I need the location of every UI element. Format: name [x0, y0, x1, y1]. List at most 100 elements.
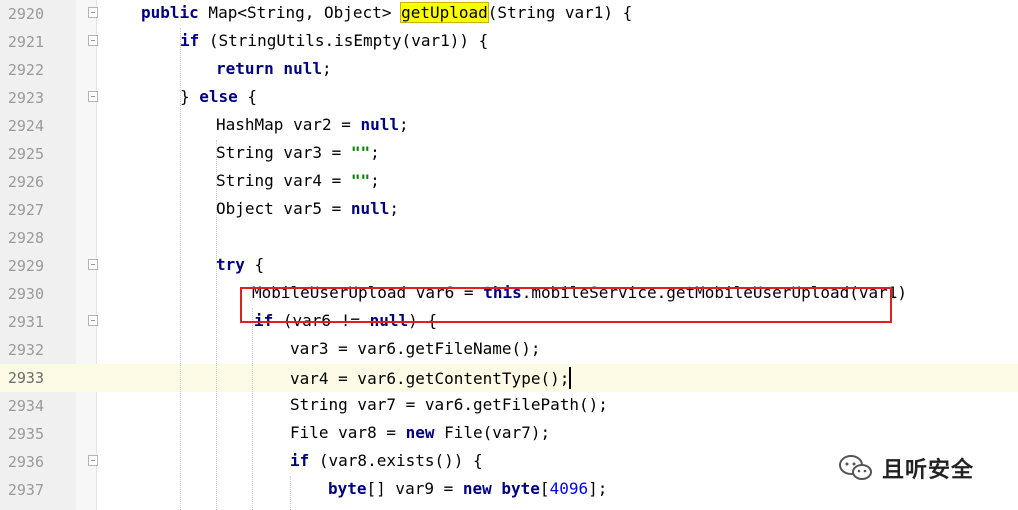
code-text: if (StringUtils.isEmpty(var1)) {	[180, 31, 488, 51]
fold-toggle-icon[interactable]	[88, 315, 98, 326]
code-token: (var8.exists()) {	[309, 451, 483, 470]
code-line[interactable]: 2925 String var3 = "";	[0, 140, 1018, 168]
fold-toggle-icon[interactable]	[88, 91, 98, 102]
code-token: var3 = var6.getFileName();	[290, 339, 541, 358]
line-number: 2923	[7, 89, 44, 107]
watermark: 且听安全	[838, 452, 974, 484]
code-token: (StringUtils.isEmpty(var1)) {	[199, 31, 489, 50]
code-token: {	[237, 87, 258, 106]
line-number: 2935	[7, 425, 44, 443]
indent-guide	[290, 476, 292, 510]
wechat-icon	[838, 454, 874, 482]
watermark-text: 且听安全	[882, 458, 975, 483]
code-text: byte[] var9 = new byte[4096];	[328, 479, 607, 499]
code-token: ;	[370, 171, 380, 190]
code-line[interactable]: 2929 try {	[0, 252, 1018, 280]
code-token: if	[180, 31, 200, 50]
code-text: File var8 = new File(var7);	[290, 423, 550, 443]
code-token: String var7 = var6.getFilePath();	[290, 395, 608, 414]
code-text: } else {	[180, 87, 257, 107]
line-number: 2925	[7, 145, 44, 163]
code-text: String var7 = var6.getFilePath();	[290, 395, 608, 415]
code-line[interactable]: 2924 HashMap var2 = null;	[0, 112, 1018, 140]
fold-toggle-icon[interactable]	[88, 35, 98, 46]
code-text: String var3 = "";	[216, 143, 380, 163]
code-token: if	[290, 451, 310, 470]
code-text: return null;	[216, 59, 332, 79]
line-number: 2932	[7, 341, 44, 359]
code-token: ;	[370, 143, 380, 162]
code-token: (String var1) {	[487, 3, 633, 22]
line-number: 2928	[7, 229, 44, 247]
code-token: ;	[399, 115, 409, 134]
line-number: 2934	[7, 397, 44, 415]
code-token: {	[244, 255, 265, 274]
code-token: public	[141, 3, 199, 22]
line-number: 2926	[7, 173, 44, 191]
code-token: [	[539, 479, 550, 498]
code-token: ;	[321, 59, 332, 78]
code-token: ""	[350, 171, 371, 190]
code-token: String var3 =	[216, 143, 351, 162]
text-caret	[569, 367, 572, 389]
line-number: 2921	[7, 33, 44, 51]
code-token: new	[405, 423, 435, 442]
code-token: try	[216, 255, 245, 274]
line-number: 2927	[7, 201, 44, 219]
fold-toggle-icon[interactable]	[88, 259, 98, 270]
code-token: ""	[350, 143, 371, 162]
code-line[interactable]: 2934 String var7 = var6.getFilePath();	[0, 392, 1018, 420]
code-token: ];	[588, 479, 608, 498]
fold-toggle-icon[interactable]	[88, 7, 98, 18]
code-line[interactable]: 2935 File var8 = new File(var7);	[0, 420, 1018, 448]
code-line[interactable]: 2921 if (StringUtils.isEmpty(var1)) {	[0, 28, 1018, 56]
line-number: 2930	[7, 285, 44, 303]
code-token: new byte	[462, 479, 540, 498]
line-number: 2936	[7, 453, 44, 471]
code-text: HashMap var2 = null;	[216, 115, 409, 135]
code-editor[interactable]: 2920 public Map<String, Object> getUpload…	[0, 0, 1018, 510]
line-number: 2929	[7, 257, 44, 275]
code-token: return null	[216, 59, 322, 78]
code-text: String var4 = "";	[216, 171, 380, 191]
code-line[interactable]: 2932 var3 = var6.getFileName();	[0, 336, 1018, 364]
line-number: 2931	[7, 313, 44, 331]
fold-toggle-icon[interactable]	[88, 455, 98, 466]
indent-guide	[180, 28, 182, 510]
code-text: if (var8.exists()) {	[290, 451, 483, 471]
code-line[interactable]: 2928	[0, 224, 1018, 252]
code-token: 4096	[549, 479, 589, 498]
code-token: Map<String, Object>	[198, 3, 402, 22]
code-token: HashMap var2 =	[216, 115, 361, 134]
line-number: 2933	[7, 369, 44, 387]
code-token: else	[199, 87, 238, 106]
code-line[interactable]: 2923} else {	[0, 84, 1018, 112]
indent-guide	[252, 308, 254, 510]
code-token: Object var5 =	[216, 199, 351, 218]
code-token: null	[360, 115, 400, 134]
code-line[interactable]: 2933 var4 = var6.getContentType();	[0, 364, 1018, 392]
code-token: File var8 =	[290, 423, 406, 442]
code-text: public Map<String, Object> getUpload(Str…	[141, 2, 633, 23]
code-token: null	[350, 199, 390, 218]
line-number: 2924	[7, 117, 44, 135]
code-token: [] var9 =	[366, 479, 463, 498]
code-token: ;	[389, 199, 400, 218]
code-line[interactable]: 2926 String var4 = "";	[0, 168, 1018, 196]
code-text: Object var5 = null;	[216, 199, 399, 219]
code-token: File(var7);	[434, 423, 551, 442]
search-highlight: getUpload	[400, 2, 489, 23]
code-text: try {	[216, 255, 264, 275]
code-token: byte	[328, 479, 367, 498]
line-number: 2922	[7, 61, 44, 79]
code-line[interactable]: 2922 return null;	[0, 56, 1018, 84]
code-token: var4 = var6.getContentType();	[290, 369, 570, 388]
line-number: 2920	[7, 5, 44, 23]
line-number: 2937	[7, 481, 44, 499]
code-line[interactable]: 2927 Object var5 = null;	[0, 196, 1018, 224]
code-token: String var4 =	[216, 171, 351, 190]
indent-guide	[216, 140, 218, 510]
code-token: }	[180, 87, 200, 106]
highlight-box	[240, 287, 892, 323]
code-line[interactable]: 2920 public Map<String, Object> getUpload…	[0, 0, 1018, 28]
